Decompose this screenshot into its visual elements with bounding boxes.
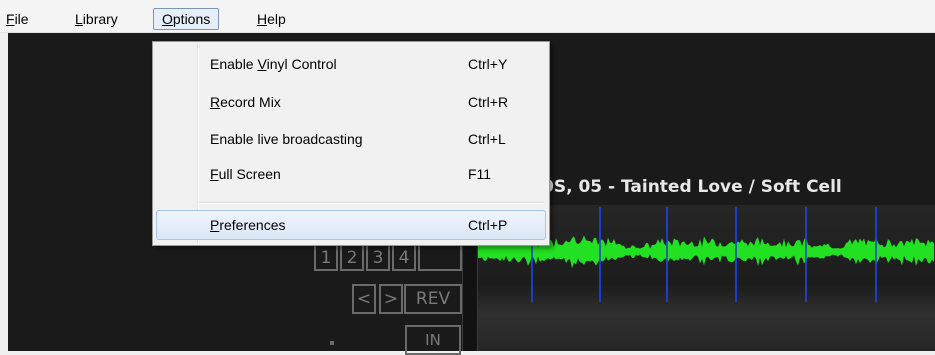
options-dropdown-menu: Enable Vinyl Control Ctrl+Y Record Mix C… (152, 41, 550, 246)
indicator-dot (330, 341, 334, 345)
menu-item-shortcut: Ctrl+Y (468, 56, 508, 72)
menu-item-label: Enable live broadcasting (210, 131, 363, 147)
hotcue-extra-button[interactable] (418, 243, 462, 271)
menu-item-record-mix[interactable]: Record Mix Ctrl+R (156, 89, 546, 115)
menu-help-mnemonic: H (257, 11, 268, 27)
menu-options[interactable]: Options (153, 8, 220, 30)
menu-item-label: Full Screen (210, 166, 281, 182)
menu-item-preferences[interactable]: Preferences Ctrl+P (156, 210, 546, 240)
menu-item-full-screen[interactable]: Full Screen F11 (156, 161, 546, 187)
track-title: 0S, 05 - Tainted Love / Soft Cell (542, 177, 842, 197)
menu-item-enable-live-broadcasting[interactable]: Enable live broadcasting Ctrl+L (156, 126, 546, 152)
menu-file-label: ile (14, 11, 29, 27)
menu-item-shortcut: Ctrl+P (468, 217, 508, 233)
menu-item-shortcut: Ctrl+L (468, 131, 506, 147)
menu-library-mnemonic: L (75, 11, 83, 27)
menu-separator (199, 202, 544, 204)
menu-bar: File Library Options Help (0, 0, 935, 33)
menu-item-shortcut: F11 (468, 166, 492, 182)
reverse-button[interactable]: REV (404, 284, 462, 314)
menu-item-label: Record Mix (210, 94, 281, 110)
hotcue-3-button[interactable]: 3 (366, 243, 390, 271)
menu-options-mnemonic: O (162, 11, 173, 27)
menu-item-shortcut: Ctrl+R (468, 94, 509, 110)
hotcue-4-button[interactable]: 4 (392, 243, 416, 271)
menu-library-label: ibrary (82, 11, 118, 27)
menu-file[interactable]: File (0, 8, 35, 30)
menu-file-mnemonic: F (6, 11, 15, 27)
nudge-left-button[interactable]: < (352, 284, 376, 314)
hotcue-2-button[interactable]: 2 (340, 243, 364, 271)
menu-options-label: ptions (172, 11, 211, 27)
menu-library[interactable]: Library (69, 8, 124, 30)
menu-item-label: Preferences (210, 217, 286, 233)
deck-separator (462, 238, 478, 351)
hotcue-1-button[interactable]: 1 (314, 243, 338, 271)
menu-help-label: elp (267, 11, 286, 27)
menu-item-enable-vinyl-control[interactable]: Enable Vinyl Control Ctrl+Y (156, 51, 546, 77)
menu-help[interactable]: Help (251, 8, 292, 30)
nudge-right-button[interactable]: > (379, 284, 403, 314)
menu-item-label: Enable Vinyl Control (210, 56, 337, 72)
